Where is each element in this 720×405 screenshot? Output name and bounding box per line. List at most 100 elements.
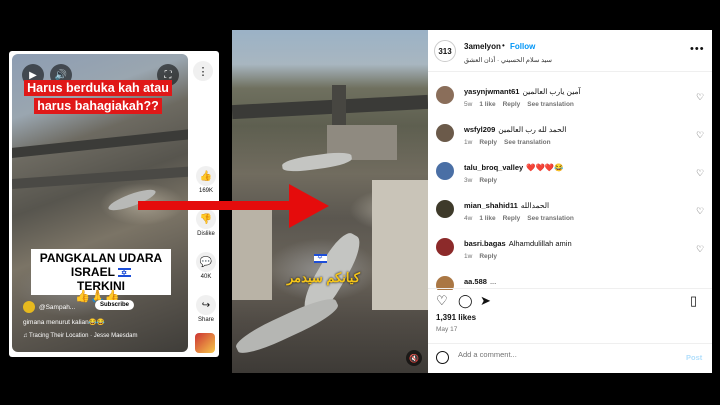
heart-icon[interactable]: ♡ bbox=[696, 92, 704, 103]
see-translation-button[interactable]: See translation bbox=[527, 215, 574, 222]
post-comment-button[interactable]: Post bbox=[686, 353, 702, 362]
thumbs-down-icon[interactable]: 👎 bbox=[196, 209, 216, 229]
channel-avatar[interactable] bbox=[23, 301, 35, 313]
destroyed-building bbox=[372, 180, 428, 310]
taxiway bbox=[12, 165, 188, 189]
reply-button[interactable]: Reply bbox=[479, 253, 497, 260]
short-description: gimana menurut kalian😂😂 bbox=[23, 319, 105, 326]
sound-thumbnail[interactable] bbox=[195, 333, 215, 353]
heart-icon[interactable]: ♡ bbox=[696, 206, 704, 217]
comment-time: 4w bbox=[464, 215, 473, 222]
profile-avatar[interactable]: 313 bbox=[434, 40, 456, 62]
more-options-icon[interactable]: ••• bbox=[690, 43, 705, 55]
comment-meta: 4w 1 like Reply See translation bbox=[464, 215, 574, 222]
comment-item: talu_broq_valley ❤️❤️❤️😂 3w Reply ♡ bbox=[428, 156, 712, 194]
comment-username[interactable]: basri.bagas bbox=[464, 239, 506, 248]
audio-subtitle[interactable]: سيد سلام الحسيني · أذان العشق bbox=[464, 56, 552, 64]
comment-avatar[interactable] bbox=[436, 200, 454, 218]
comment-username[interactable]: talu_broq_valley bbox=[464, 163, 523, 172]
share-send-icon[interactable]: ➤ bbox=[480, 293, 491, 309]
more-vert-icon[interactable]: ⋮ bbox=[193, 61, 213, 81]
comment-bubble-icon[interactable]: ◯ bbox=[458, 293, 473, 309]
comment-user[interactable]: basri.bagas Alhamdulillah amin bbox=[464, 239, 572, 248]
comment-username[interactable]: aa.588 bbox=[464, 277, 487, 286]
mute-icon[interactable]: 🔇 bbox=[406, 350, 422, 366]
reply-button[interactable]: Reply bbox=[503, 101, 521, 108]
comment-count: 40K bbox=[200, 274, 212, 280]
runway bbox=[12, 127, 188, 159]
comment-input[interactable] bbox=[458, 350, 668, 359]
add-comment-bar: Post bbox=[428, 343, 712, 373]
comment-item: yasynjwmant61 آمين يارب العالمين 5w 1 like… bbox=[428, 80, 712, 118]
heart-icon[interactable]: ♡ bbox=[696, 130, 704, 141]
reply-button[interactable]: Reply bbox=[479, 177, 497, 184]
channel-name[interactable]: @Sampah... bbox=[39, 304, 75, 311]
dislike-label: Dislike bbox=[197, 231, 215, 237]
like-action[interactable]: 👍 169K bbox=[193, 166, 219, 194]
post-actions-bar: ♡ ◯ ➤ ▯ bbox=[428, 288, 712, 310]
caption-line-1: PANGKALAN UDARA bbox=[39, 251, 163, 265]
dislike-action[interactable]: 👎 Dislike bbox=[193, 209, 219, 237]
heart-icon[interactable]: ♡ bbox=[696, 168, 704, 179]
comment-likes[interactable]: 1 like bbox=[479, 101, 495, 108]
destroyed-plane bbox=[281, 150, 353, 174]
comment-meta: 1w Reply See translation bbox=[464, 139, 551, 146]
like-count: 169K bbox=[198, 188, 213, 194]
post-header: 313 3amelyon • Follow سيد سلام الحسيني ·… bbox=[428, 30, 712, 72]
red-arrow-head bbox=[289, 184, 329, 228]
comment-likes[interactable]: 1 like bbox=[479, 215, 495, 222]
like-heart-icon[interactable]: ♡ bbox=[436, 293, 448, 309]
destroyed-building bbox=[232, 210, 272, 300]
comment-avatar[interactable] bbox=[436, 124, 454, 142]
comment-item: basri.bagas Alhamdulillah amin 1w Reply ♡ bbox=[428, 232, 712, 270]
post-username[interactable]: 3amelyon bbox=[464, 42, 501, 51]
follow-button[interactable]: Follow bbox=[510, 42, 535, 51]
channel-row[interactable]: @Sampah... bbox=[23, 301, 75, 313]
comment-text: Alhamdulillah amin bbox=[508, 239, 572, 248]
music-row[interactable]: ♫ Tracing Their Location · Jesse Maesdam bbox=[23, 333, 137, 339]
share-action[interactable]: ↪ Share bbox=[193, 295, 219, 323]
comment-avatar[interactable] bbox=[436, 162, 454, 180]
emoji-icon[interactable] bbox=[436, 351, 449, 364]
reply-button[interactable]: Reply bbox=[479, 139, 497, 146]
likes-count[interactable]: 1,391 likes bbox=[436, 313, 476, 322]
comment-icon[interactable]: 💬 bbox=[196, 252, 216, 272]
comment-item: mian_shahid11 الحمدالله 4w 1 like Reply See … bbox=[428, 194, 712, 232]
comment-time: 5w bbox=[464, 101, 473, 108]
comment-item: wsfyl209 الحمد لله رب العالمين 1w Reply See… bbox=[428, 118, 712, 156]
see-translation-button[interactable]: See translation bbox=[527, 101, 574, 108]
instagram-panel: 313 3amelyon • Follow سيد سلام الحسيني ·… bbox=[428, 30, 712, 373]
comment-user[interactable]: wsfyl209 الحمد لله رب العالمين bbox=[464, 125, 566, 134]
comment-user[interactable]: talu_broq_valley ❤️❤️❤️😂 bbox=[464, 163, 564, 172]
comment-text: الحمدالله bbox=[520, 201, 550, 210]
post-date: May 17 bbox=[436, 326, 458, 333]
comment-user[interactable]: yasynjwmant61 آمين يارب العالمين bbox=[464, 87, 581, 96]
comment-user[interactable]: mian_shahid11 الحمدالله bbox=[464, 201, 549, 210]
comments-list[interactable]: yasynjwmant61 آمين يارب العالمين 5w 1 like… bbox=[428, 80, 712, 290]
comment-avatar[interactable] bbox=[436, 238, 454, 256]
thumbs-up-icon[interactable]: 👍 bbox=[196, 166, 216, 186]
comment-username[interactable]: mian_shahid11 bbox=[464, 201, 518, 210]
see-translation-button[interactable]: See translation bbox=[504, 139, 551, 146]
comment-time: 1w bbox=[464, 139, 473, 146]
comment-meta: 5w 1 like Reply See translation bbox=[464, 101, 574, 108]
heart-icon[interactable]: ♡ bbox=[696, 244, 704, 255]
subscribe-button[interactable]: Subscribe bbox=[95, 300, 135, 310]
bookmark-icon[interactable]: ▯ bbox=[690, 293, 697, 309]
comment-action[interactable]: 💬 40K bbox=[193, 252, 219, 280]
comment-user[interactable]: aa.588... bbox=[464, 277, 496, 286]
comment-text: الحمد لله رب العالمين bbox=[498, 125, 567, 134]
share-label: Share bbox=[197, 317, 214, 323]
comment-text: آمين يارب العالمين bbox=[522, 87, 581, 96]
comment-text: ... bbox=[489, 277, 497, 286]
comment-text: ❤️❤️❤️😂 bbox=[526, 163, 564, 172]
comment-avatar[interactable] bbox=[436, 86, 454, 104]
comment-username[interactable]: yasynjwmant61 bbox=[464, 87, 519, 96]
share-icon[interactable]: ↪ bbox=[196, 295, 216, 315]
comment-username[interactable]: wsfyl209 bbox=[464, 125, 495, 134]
comment-time: 1w bbox=[464, 253, 473, 260]
comment-time: 3w bbox=[464, 177, 473, 184]
comment-meta: 3w Reply bbox=[464, 177, 497, 184]
israel-flag-icon bbox=[118, 267, 132, 281]
reply-button[interactable]: Reply bbox=[503, 215, 521, 222]
